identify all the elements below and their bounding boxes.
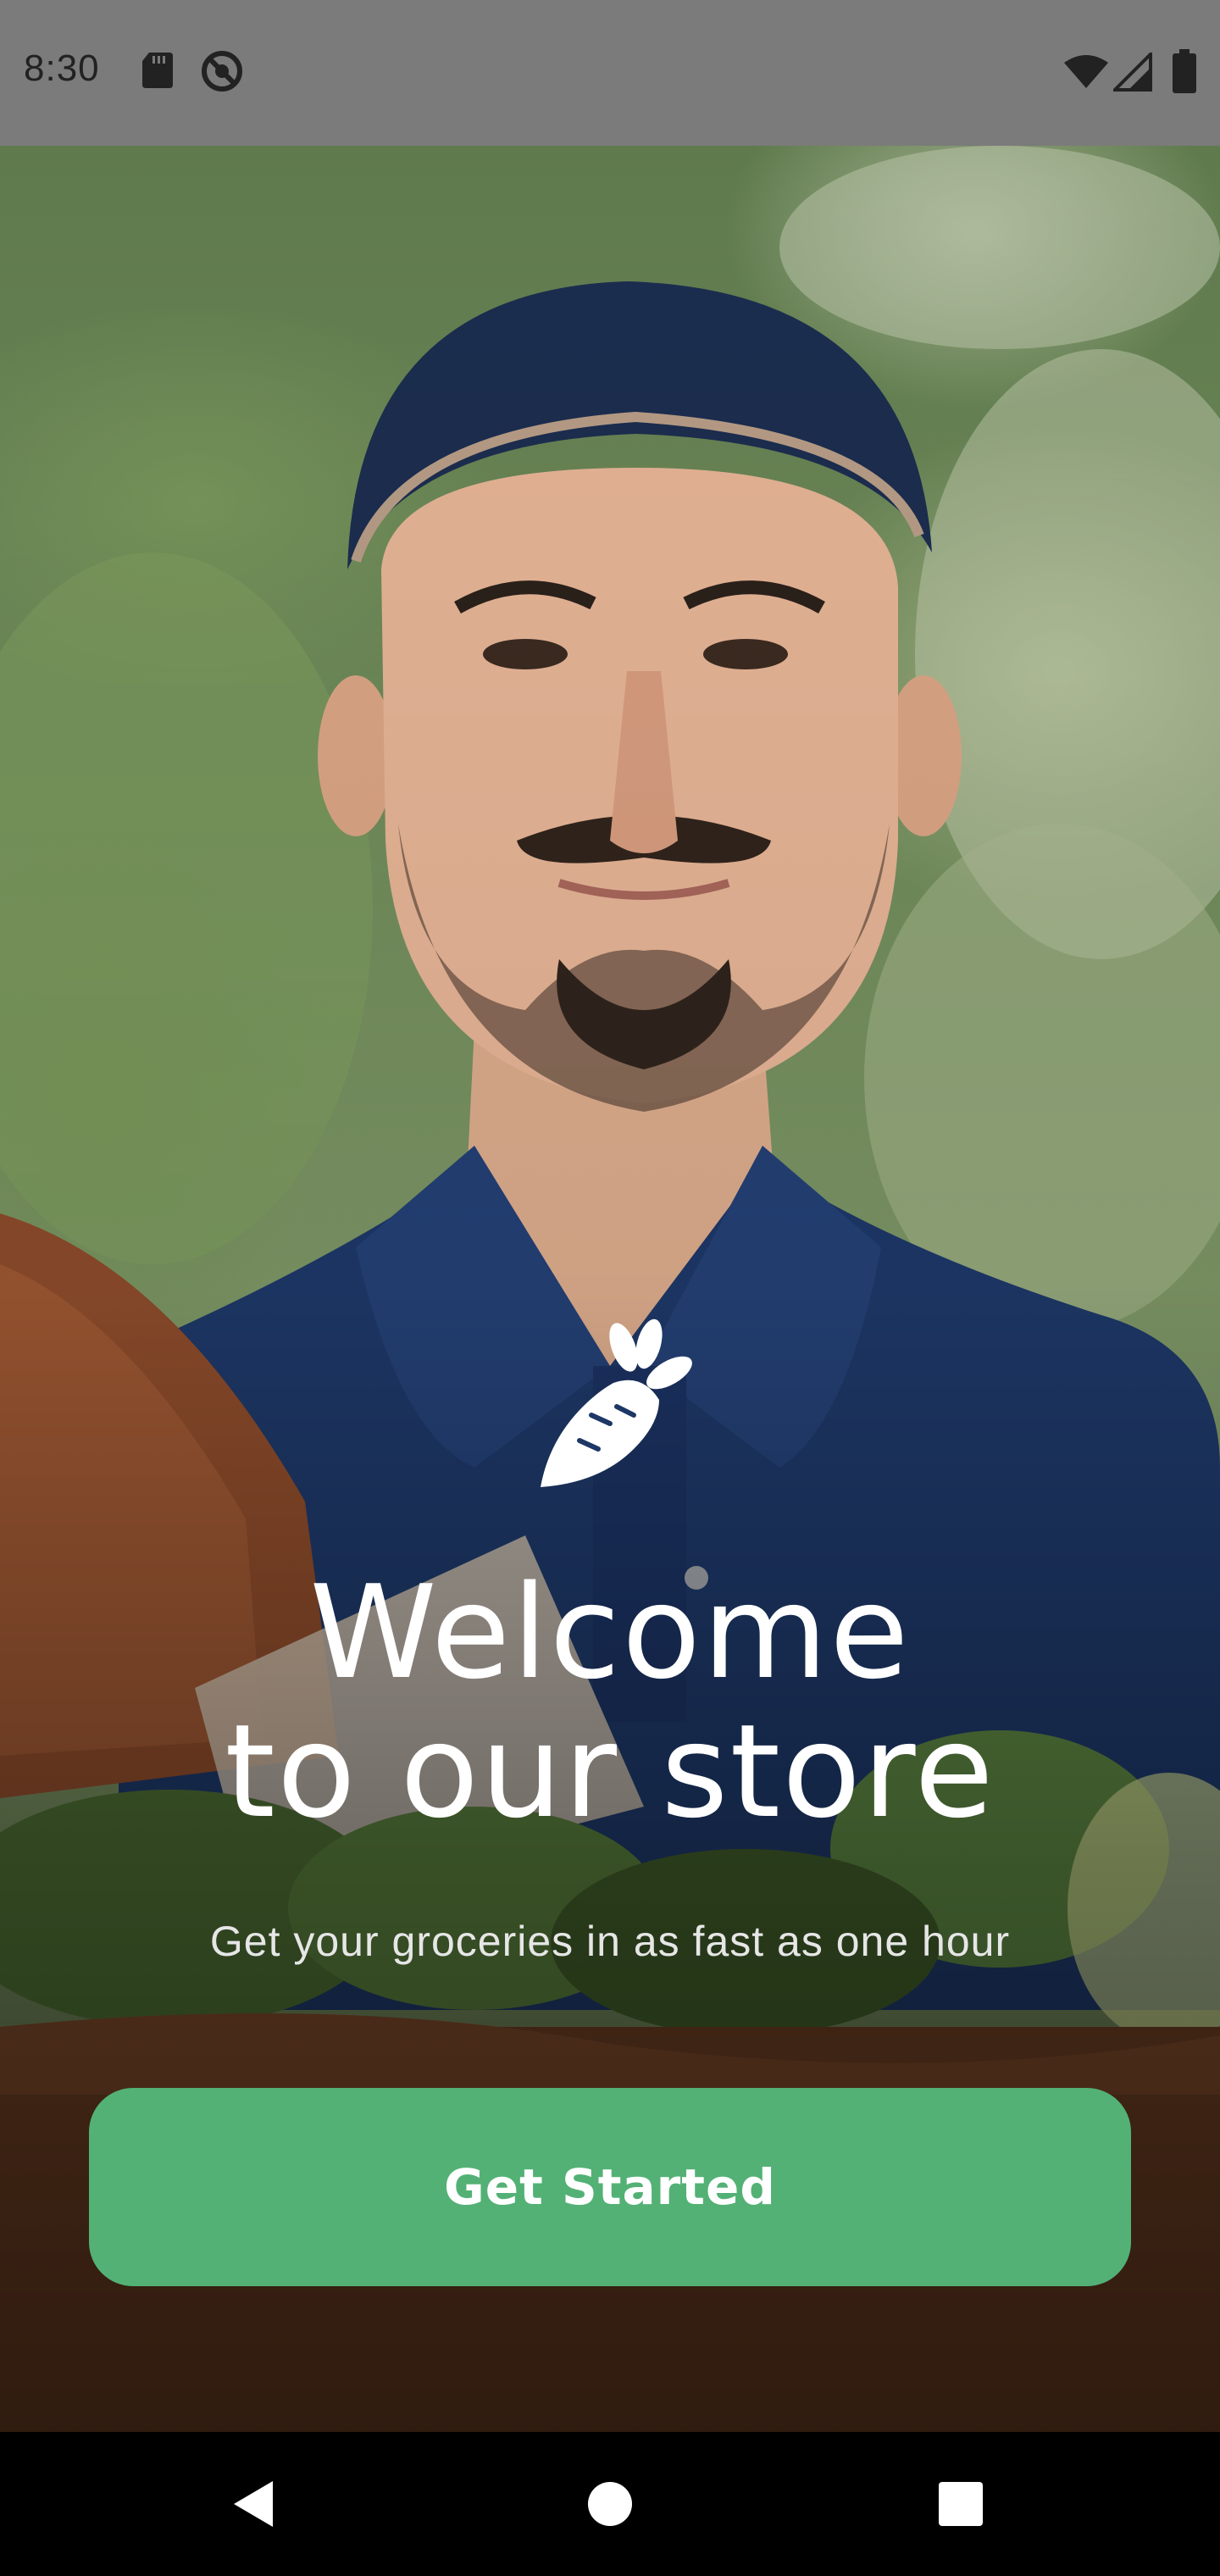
back-icon[interactable] (195, 2432, 313, 2576)
do-not-disturb-icon (200, 49, 244, 97)
status-bar: 8:30 (0, 0, 1220, 146)
onboarding-screen: 8:30 Welcome to our store Get your groce… (0, 0, 1220, 2576)
sd-card-icon (141, 51, 175, 94)
status-time: 8:30 (24, 47, 100, 89)
welcome-subtitle: Get your groceries in as fast as one hou… (209, 1918, 1011, 1965)
welcome-title: Welcome to our store (0, 1563, 1220, 1841)
signal-icon (1111, 50, 1152, 96)
welcome-title-line1: Welcome (309, 1557, 911, 1707)
carrot-icon (532, 1313, 693, 1491)
recents-icon[interactable] (901, 2432, 1020, 2576)
welcome-title-line2: to our store (225, 1696, 995, 1846)
home-icon[interactable] (551, 2432, 669, 2576)
battery-icon (1173, 49, 1196, 97)
wifi-icon (1062, 54, 1110, 94)
navigation-bar (0, 2432, 1220, 2576)
get-started-button[interactable]: Get Started (89, 2088, 1131, 2286)
